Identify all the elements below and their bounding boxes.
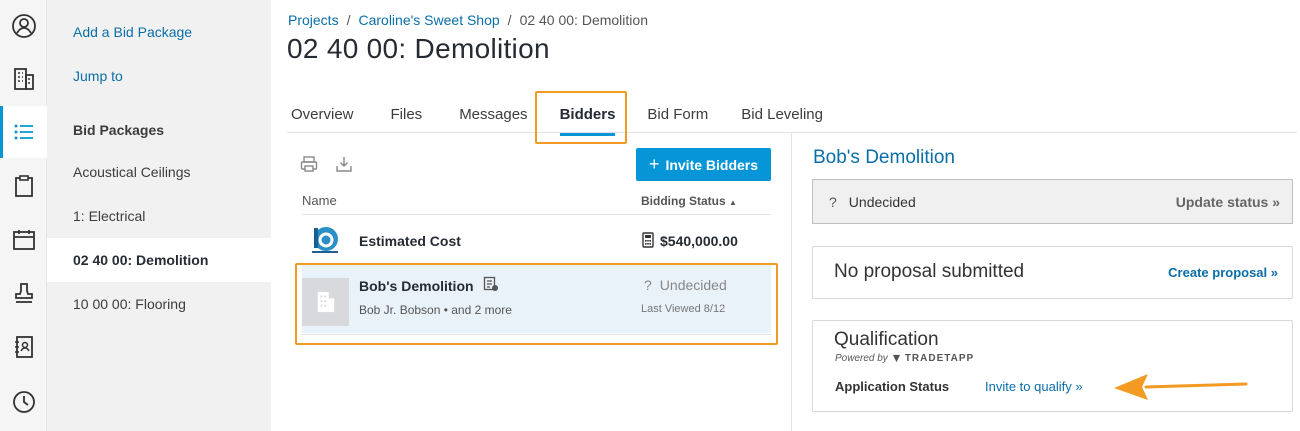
stamp-icon (14, 283, 33, 303)
tab-bid-leveling[interactable]: Bid Leveling (741, 96, 823, 136)
application-status-label: Application Status (835, 379, 950, 394)
list-icon (14, 124, 33, 140)
rail-contacts[interactable] (0, 321, 47, 373)
table-row[interactable]: Estimated Cost $540,000.00 (302, 216, 771, 264)
clipboard-icon (14, 175, 33, 197)
bidding-status-label: Bidding Status (641, 194, 726, 208)
bid-package-sidebar: Add a Bid Package Jump to Bid Packages A… (47, 0, 271, 431)
breadcrumb: Projects / Caroline's Sweet Shop / 02 40… (288, 12, 648, 28)
sidebar-item-demolition[interactable]: 02 40 00: Demolition (47, 238, 271, 282)
question-icon: ? (644, 277, 652, 293)
no-proposal-text: No proposal submitted (834, 261, 1025, 282)
table-row-selected[interactable]: Bob's Demolition Bob Jr. Bobson • and 2 … (302, 265, 771, 333)
invite-to-qualify-link[interactable]: Invite to qualify » (985, 379, 1083, 394)
document-badge-icon (483, 276, 498, 291)
bidder-name-label[interactable]: Bob's Demolition (359, 278, 474, 294)
powered-by: Powered by TRADETAPP (835, 353, 974, 364)
sidebar-item-electrical[interactable]: 1: Electrical (47, 194, 271, 238)
icon-rail (0, 0, 47, 431)
plus-icon: + (648, 154, 660, 174)
calendar-icon (12, 230, 35, 250)
breadcrumb-separator: / (346, 12, 351, 28)
building-placeholder-icon (317, 291, 334, 313)
tab-bidders[interactable]: Bidders (559, 96, 616, 136)
address-book-icon (14, 336, 33, 358)
update-status-button[interactable]: Update status » (1176, 194, 1280, 210)
add-bid-package-link[interactable]: Add a Bid Package (73, 24, 192, 40)
rail-buildings[interactable] (0, 53, 47, 105)
company-placeholder-avatar (302, 278, 349, 326)
proposal-card: No proposal submitted Create proposal » (812, 246, 1293, 299)
rail-clipboard[interactable] (0, 160, 47, 212)
annotation-arrow-icon (1114, 374, 1248, 400)
sort-ascending-icon: ▲ (729, 198, 737, 207)
question-icon: ? (829, 193, 837, 210)
column-header-name[interactable]: Name (302, 193, 337, 208)
download-icon[interactable] (335, 155, 353, 173)
breadcrumb-current: 02 40 00: Demolition (519, 12, 648, 28)
breadcrumb-projects[interactable]: Projects (288, 12, 339, 28)
qualification-title: Qualification (834, 329, 939, 350)
bidder-contacts: Bob Jr. Bobson • and 2 more (359, 303, 512, 317)
powered-by-label: Powered by (835, 353, 888, 364)
estimated-cost-label: Estimated Cost (359, 233, 461, 249)
tab-messages[interactable]: Messages (459, 96, 527, 136)
rail-profile[interactable] (0, 0, 47, 52)
rail-stamp[interactable] (0, 267, 47, 319)
last-viewed: Last Viewed 8/12 (641, 303, 726, 315)
page-title: 02 40 00: Demolition (287, 33, 550, 64)
detail-bidder-name: Bob's Demolition (813, 147, 955, 168)
breadcrumb-separator: / (507, 12, 512, 28)
panel-divider (791, 133, 792, 431)
estimated-cost-value: $540,000.00 (660, 233, 738, 249)
sidebar-item-flooring[interactable]: 10 00 00: Flooring (47, 282, 271, 326)
column-header-bidding-status[interactable]: Bidding Status ▲ (641, 194, 737, 208)
tradetapp-logo-icon (892, 354, 900, 363)
calculator-icon (642, 232, 654, 248)
status-value: Undecided (848, 193, 916, 210)
building-icon (13, 68, 34, 90)
tradetapp-brand: TRADETAPP (904, 353, 975, 364)
invite-bidders-label: Invite Bidders (665, 156, 759, 173)
create-proposal-link[interactable]: Create proposal » (1168, 265, 1278, 280)
jump-to-link[interactable]: Jump to (73, 68, 123, 84)
rail-history[interactable] (0, 376, 47, 428)
tab-overview[interactable]: Overview (291, 96, 354, 136)
tab-bar: Overview Files Messages Bidders Bid Form… (287, 96, 823, 142)
bidding-status-value: ? Undecided (644, 277, 727, 293)
invite-bidders-button[interactable]: + Invite Bidders (636, 148, 771, 181)
rail-calendar[interactable] (0, 214, 47, 266)
status-box: ? Undecided Update status » (812, 179, 1293, 224)
tab-files[interactable]: Files (391, 96, 423, 136)
list-header-divider (302, 214, 771, 215)
sidebar-item-acoustical-ceilings[interactable]: Acoustical Ceilings (47, 150, 271, 194)
company-logo-icon (310, 225, 340, 255)
print-icon[interactable] (300, 155, 318, 173)
user-circle-icon (11, 14, 36, 38)
row-divider (302, 334, 771, 335)
clock-icon (12, 391, 35, 413)
breadcrumb-project[interactable]: Caroline's Sweet Shop (358, 12, 499, 28)
rail-list[interactable] (0, 106, 47, 158)
bidding-status-text: Undecided (659, 277, 727, 293)
tab-bid-form[interactable]: Bid Form (647, 96, 708, 136)
bid-packages-heading: Bid Packages (73, 122, 165, 138)
